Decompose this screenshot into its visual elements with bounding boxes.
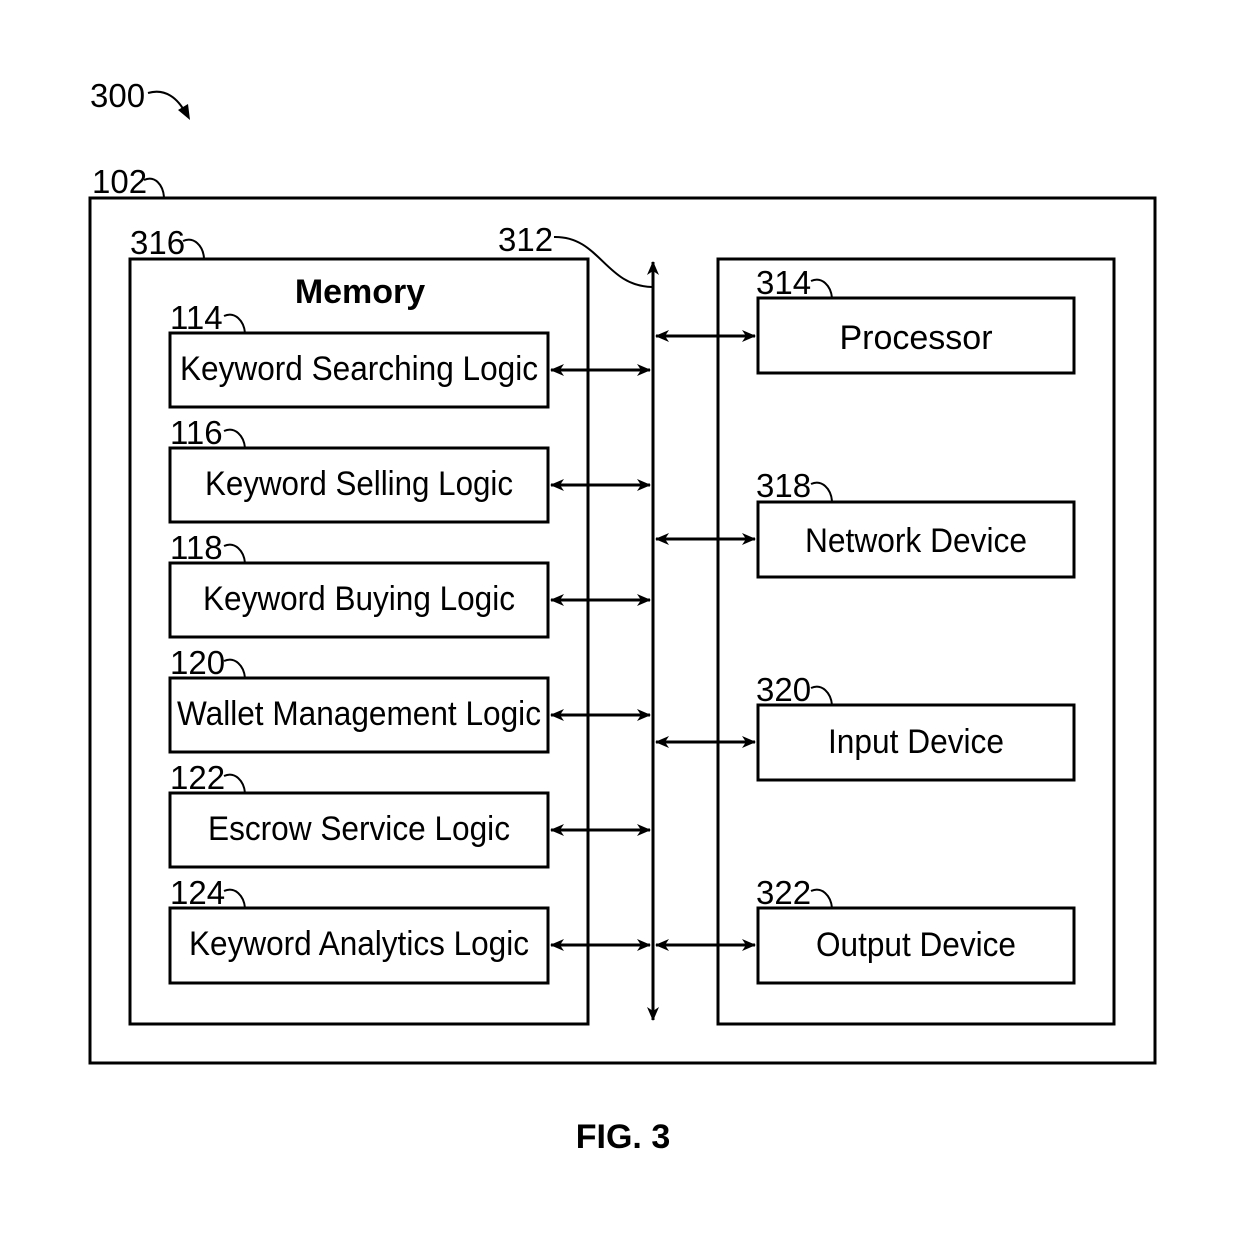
component-label: Processor (839, 319, 992, 357)
diagram-canvas: 300 102 316 Memory 312 114 Keyword Searc… (88, 77, 1157, 1156)
module-ref: 120 (170, 644, 225, 681)
component-ref: 314 (756, 264, 811, 301)
memory-title: Memory (295, 273, 425, 311)
device-ref-label: 102 (92, 163, 147, 200)
module-label: Keyword Analytics Logic (189, 925, 529, 963)
component-label: Output Device (816, 926, 1016, 964)
module-label: Keyword Selling Logic (205, 465, 513, 503)
figure-caption: FIG. 3 (576, 1118, 670, 1156)
component-label: Input Device (828, 723, 1004, 761)
module-label: Keyword Buying Logic (203, 580, 515, 618)
module-label: Wallet Management Logic (177, 695, 541, 733)
component-ref: 320 (756, 671, 811, 708)
bus-ref-label: 312 (498, 221, 553, 258)
module-ref: 118 (170, 529, 223, 566)
module-ref: 116 (170, 414, 223, 451)
component-ref: 322 (756, 874, 811, 911)
figure-ref-arrowhead-icon (178, 104, 190, 120)
module-ref: 122 (170, 759, 225, 796)
figure-ref-label: 300 (90, 77, 145, 114)
component-ref: 318 (756, 467, 811, 504)
component-label: Network Device (805, 522, 1027, 560)
module-ref: 124 (170, 874, 225, 911)
module-ref: 114 (170, 299, 223, 336)
module-label: Keyword Searching Logic (180, 350, 538, 388)
module-label: Escrow Service Logic (208, 810, 510, 848)
memory-ref-label: 316 (130, 224, 185, 261)
